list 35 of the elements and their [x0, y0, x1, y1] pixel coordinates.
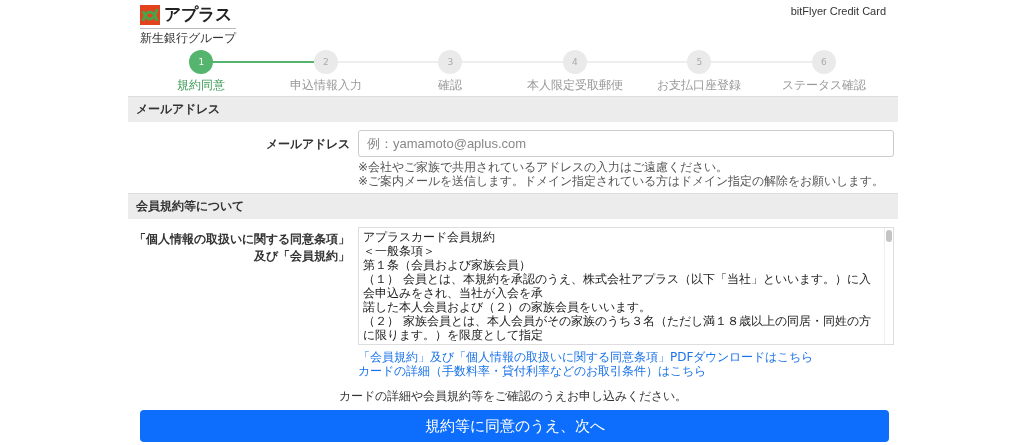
step-label: 確認 [438, 77, 463, 94]
logo-subtext: 新生銀行グループ [140, 30, 236, 47]
link[interactable]: 「会員規約」及び「個人情報の取扱いに関する同意条項」PDFダウンロードはこちら [358, 350, 814, 364]
terms-line: ＜一般条項＞ [363, 244, 436, 258]
field-label: メールアドレス [266, 136, 350, 153]
link[interactable]: カードの詳細（手数料率・貸付利率などのお取引条件）はこちら [358, 364, 706, 378]
terms-text-box[interactable]: アプラスカード会員規約 ＜一般条項＞ 第１条（会員および家族会員） （１） 会員とは、本規約を承認のうえ、株式会社アプラス（以下「当社」といいます。）に入会申込みをされ、当社が入会を承 諾した本人会員および（２）の家族会員をいいます。 （２） 家族会員とは、本人会員がその家族のうち３名（ただし満１８歳以上の同居・同姓の方に限ります。）を限度として指定 [358, 227, 894, 345]
terms-line: 第１条（会員および家族会員） [363, 258, 532, 272]
note-text: ※ご案内メールを送信します。ドメイン指定されている方はドメイン指定の解除をお願いします。 [358, 174, 886, 188]
logo-text: アプラス [164, 3, 232, 26]
step-circle: 2 [313, 50, 338, 74]
step-label: 申込情報入力 [289, 77, 362, 94]
step-circle: 6 [811, 50, 836, 74]
step-label: お支払口座登録 [657, 77, 742, 94]
step-circle: 4 [562, 50, 587, 74]
site-label: bitFlyer Credit Card [790, 4, 886, 17]
section-header: メールアドレス [128, 96, 898, 122]
field-label: 及び「会員規約」 [254, 248, 350, 265]
step-label: 本人限定受取郵便 [526, 77, 623, 94]
step-label: ステータス確認 [781, 77, 866, 94]
note-text: ※会社やご家族で共用されているアドレスの入力はご遠慮ください。 [358, 160, 730, 174]
email-input-field[interactable]: 例：yamamoto@aplus.com [358, 130, 894, 157]
terms-line: 諾した本人会員および（２）の家族会員をいいます。 [363, 300, 652, 314]
scrollbar-thumb[interactable] [886, 230, 892, 242]
terms-line: （２） 家族会員とは、本人会員がその家族のうち３名（ただし満１８歳以上の同居・同姓の方に限ります。）を限度として指定 [363, 314, 872, 342]
step-label: 規約同意 [177, 77, 226, 94]
terms-line: （１） 会員とは、本規約を承認のうえ、株式会社アプラス（以下「当社」といいます。）に入会申込みをされ、当社が入会を承 [363, 272, 872, 300]
confirm-note: カードの詳細や会員規約等をご確認のうえお申し込みください。 [339, 388, 687, 405]
step-circle: 5 [687, 50, 712, 74]
field-label: 「個人情報の取扱いに関する同意条項」 [134, 231, 350, 248]
section-header: 会員規約等について [128, 193, 898, 219]
submit-button[interactable]: 規約等に同意のうえ、次へ [140, 410, 889, 442]
terms-line: アプラスカード会員規約 [363, 230, 496, 244]
logo-icon [140, 4, 160, 25]
step-circle: 1 [189, 50, 214, 74]
